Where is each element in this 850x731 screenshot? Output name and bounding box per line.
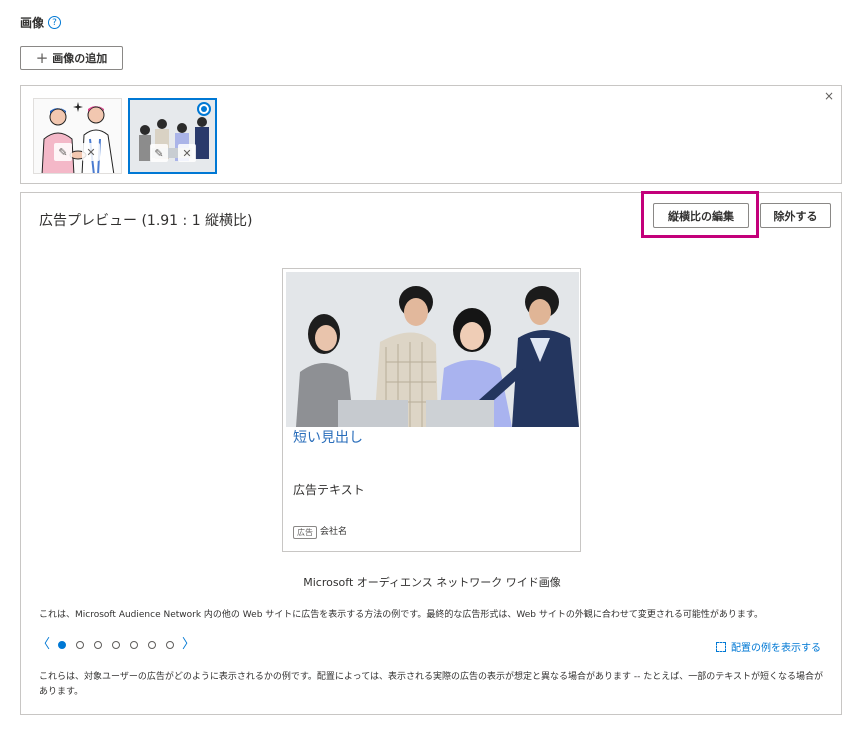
show-placement-examples-label: 配置の例を表示する bbox=[731, 643, 821, 654]
ad-headline[interactable]: 短い見出し bbox=[293, 427, 363, 447]
ad-preview-card: 短い見出し 広告テキスト 広告 会社名 bbox=[282, 268, 581, 552]
chevron-right-icon[interactable]: 〉 bbox=[182, 638, 195, 651]
show-placement-examples-link[interactable]: 配置の例を表示する bbox=[716, 639, 821, 654]
plus-icon: + bbox=[35, 48, 49, 67]
selected-radio[interactable] bbox=[197, 102, 211, 116]
exclude-button[interactable]: 除外する bbox=[760, 203, 831, 228]
pager-dot[interactable] bbox=[76, 640, 85, 649]
edit-icon[interactable]: ✎ bbox=[150, 144, 168, 162]
ad-company-name: 会社名 bbox=[320, 527, 348, 537]
illustration-image bbox=[34, 99, 121, 173]
thumbnail-photo-selected[interactable]: ✎ ✕ bbox=[128, 98, 217, 174]
chevron-left-icon[interactable]: 〈 bbox=[37, 638, 50, 651]
section-title: 画像 ? bbox=[20, 14, 62, 31]
thumbnail-tools: ✎ ✕ bbox=[54, 143, 100, 161]
preview-caption: Microsoft オーディエンス ネットワーク ワイド画像 bbox=[303, 576, 561, 589]
pager-dot[interactable] bbox=[130, 640, 139, 649]
pager-dot[interactable] bbox=[148, 640, 157, 649]
remove-icon[interactable]: ✕ bbox=[178, 144, 196, 162]
preview-title: 広告プレビュー (1.91 : 1 縦横比) bbox=[39, 213, 253, 229]
preview-description: これは、Microsoft Audience Network 内の他の Web … bbox=[39, 610, 763, 620]
expand-icon bbox=[716, 641, 726, 652]
ad-text: 広告テキスト bbox=[293, 483, 365, 497]
ad-badge: 広告 bbox=[293, 526, 317, 539]
thumbnail-panel: × ✎ ✕ ✎ ✕ bbox=[20, 85, 842, 184]
edit-icon[interactable]: ✎ bbox=[54, 143, 72, 161]
pager-dot[interactable] bbox=[166, 640, 175, 649]
preview-panel: 広告プレビュー (1.91 : 1 縦横比) 縦横比の編集 除外する 短い見出し… bbox=[20, 191, 842, 715]
close-icon[interactable]: × bbox=[824, 89, 834, 103]
ad-image bbox=[286, 272, 579, 427]
remove-icon[interactable]: ✕ bbox=[82, 143, 100, 161]
preview-pager: 〈 〉 bbox=[37, 638, 195, 651]
pager-dot[interactable] bbox=[112, 640, 121, 649]
help-icon[interactable]: ? bbox=[48, 16, 62, 29]
add-image-label: 画像の追加 bbox=[52, 52, 108, 65]
ad-photo bbox=[286, 272, 579, 427]
thumbnail-tools: ✎ ✕ bbox=[150, 144, 196, 162]
thumbnail-illustration[interactable]: ✎ ✕ bbox=[33, 98, 122, 174]
edit-aspect-ratio-button[interactable]: 縦横比の編集 bbox=[653, 203, 749, 228]
placement-note: これらは、対象ユーザーの広告がどのように表示されるかの例です。配置によっては、表… bbox=[39, 672, 823, 697]
pager-dot[interactable] bbox=[94, 640, 103, 649]
add-image-button[interactable]: + 画像の追加 bbox=[20, 46, 123, 70]
pager-dot[interactable] bbox=[58, 640, 67, 649]
section-title-text: 画像 bbox=[20, 16, 45, 30]
